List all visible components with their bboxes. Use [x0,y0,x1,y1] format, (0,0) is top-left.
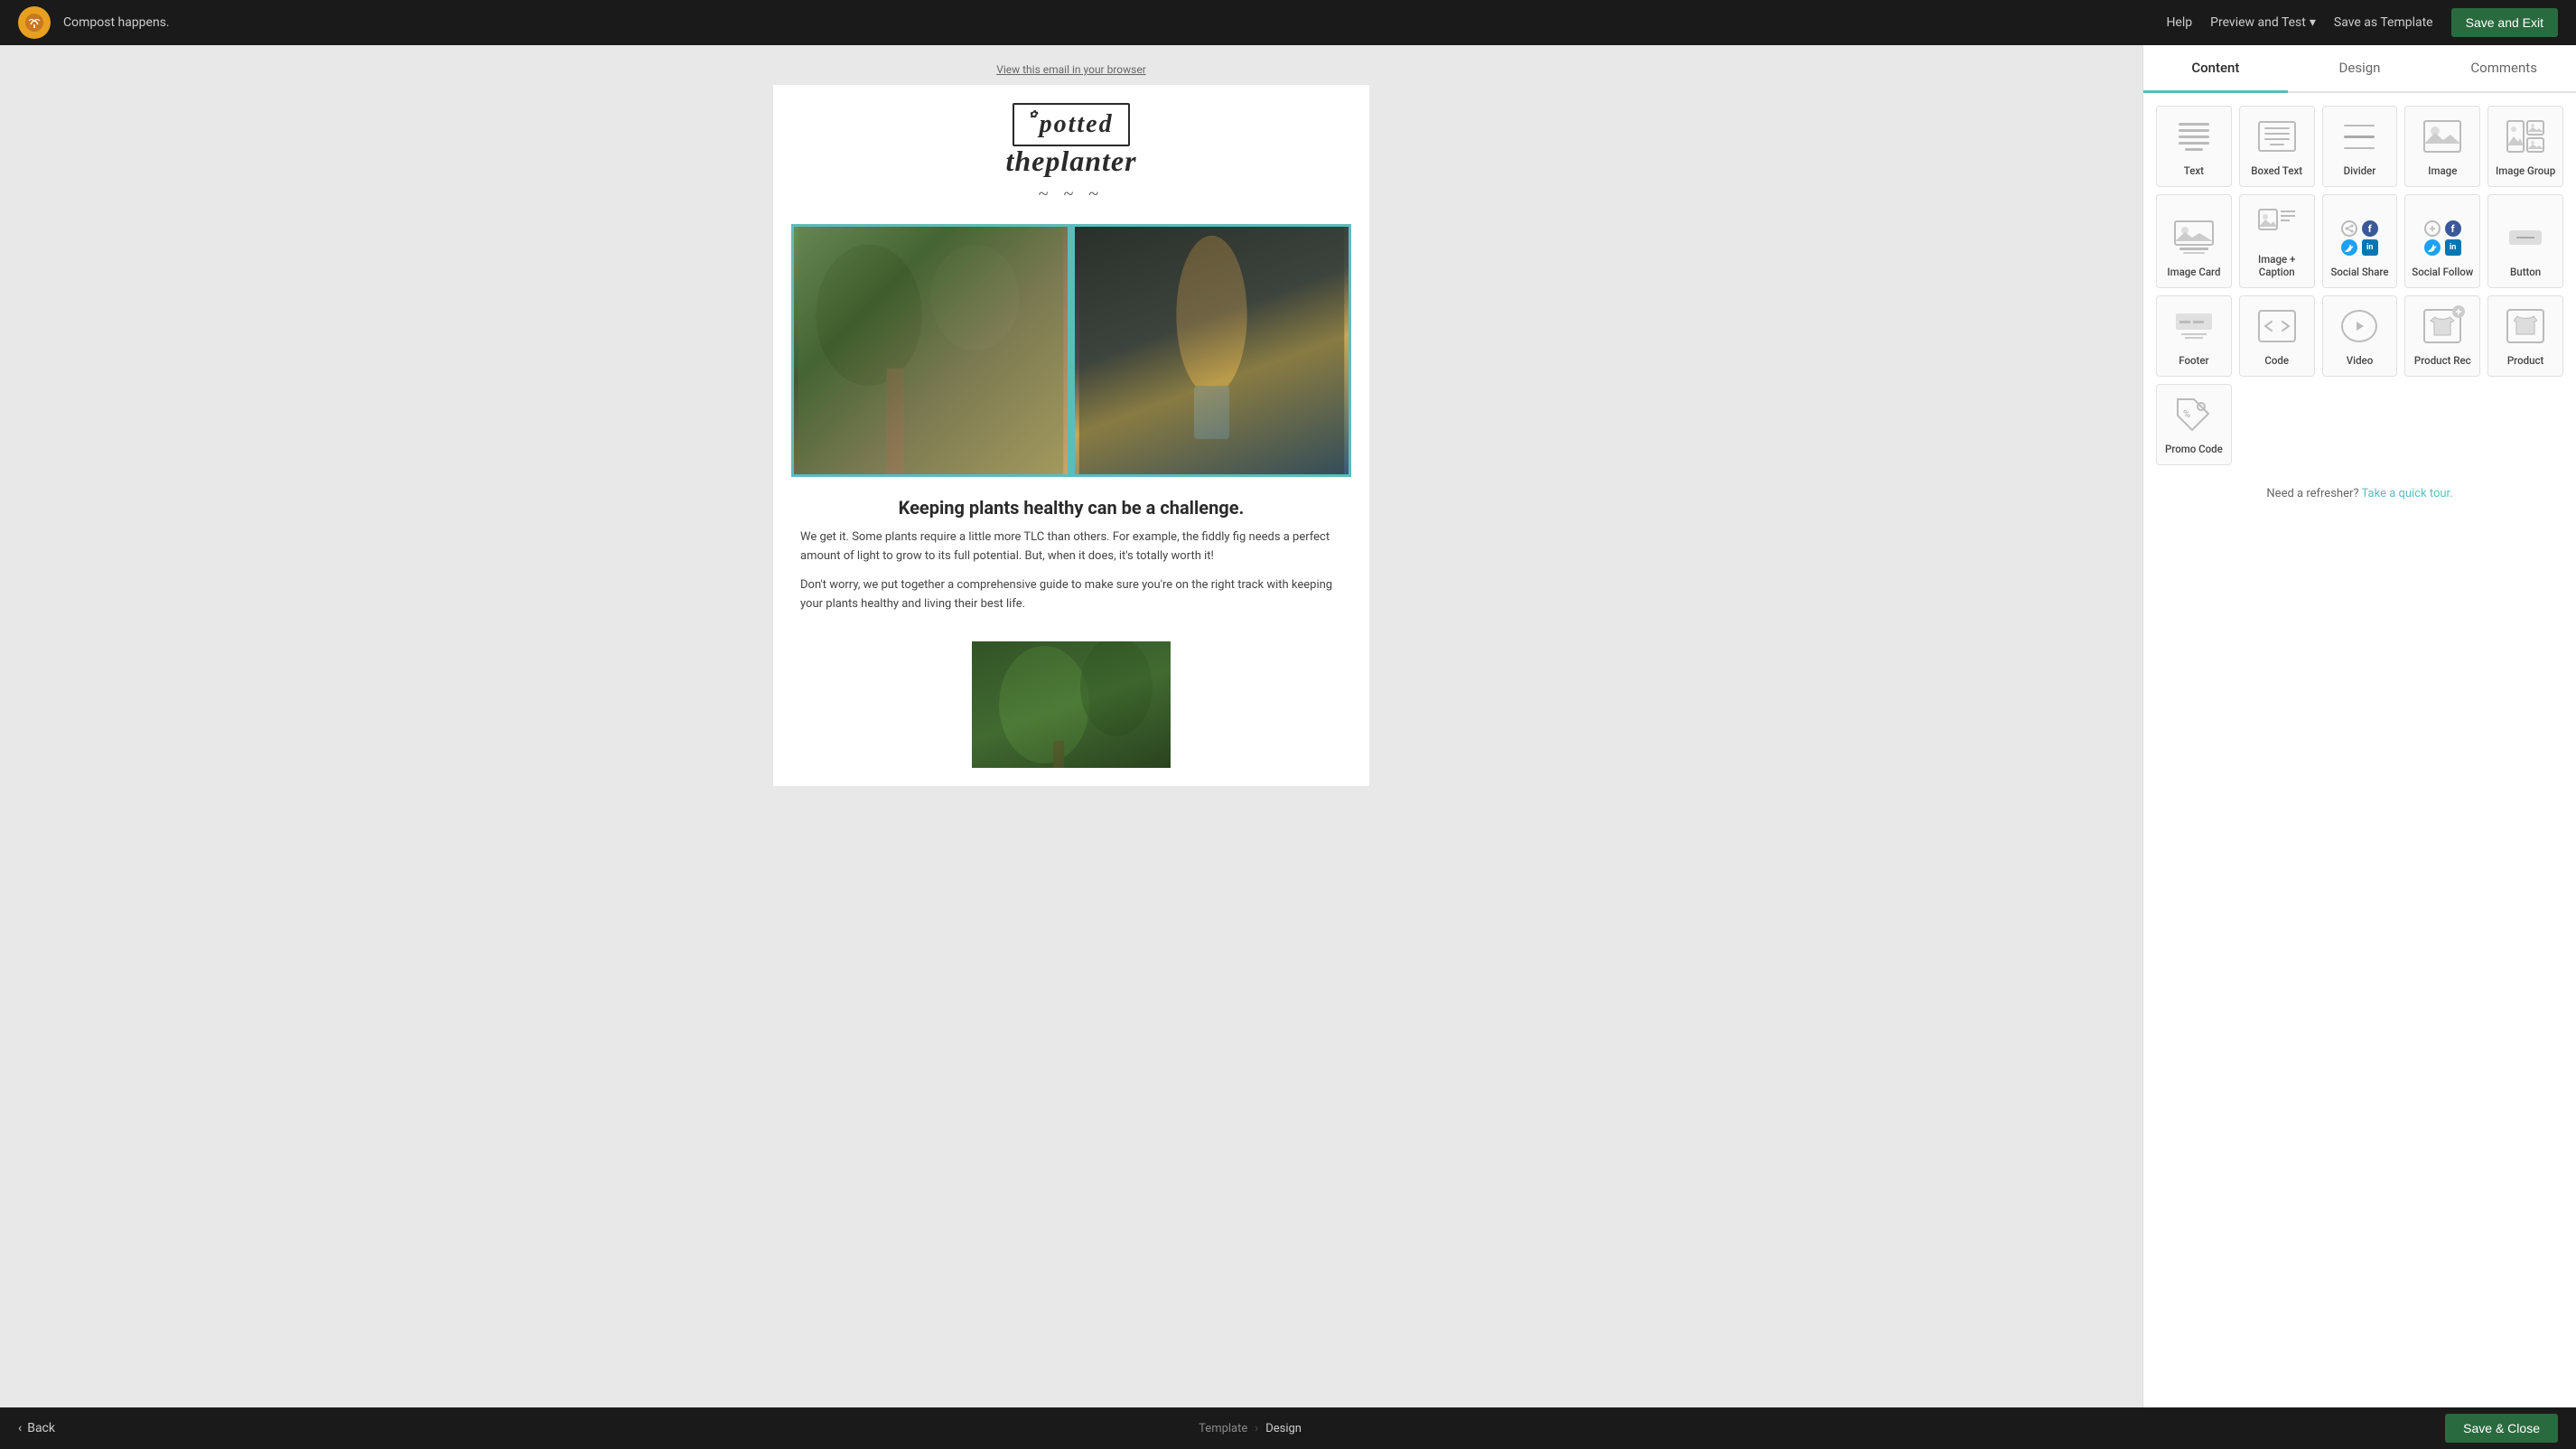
email-body-p1: We get it. Some plants require a little … [800,528,1342,566]
svg-text:%: % [2183,408,2190,420]
block-code[interactable]: Code [2239,295,2315,377]
boxed-text-icon [2254,116,2301,157]
email-image-bottom [972,641,1171,768]
email-image-left [791,224,1070,477]
image-group-icon [2502,116,2549,157]
email-preview-area: View this email in your browser ✿potted … [0,45,2142,1407]
block-image-caption-label: Image + Caption [2245,253,2309,278]
block-social-follow-label: Social Follow [2412,266,2473,278]
tab-design[interactable]: Design [2288,45,2432,93]
product-icon [2502,305,2549,347]
image-icon [2419,116,2466,157]
blocks-grid: Text Boxed Text [2143,93,2576,478]
block-product-rec[interactable]: Product Rec [2404,295,2480,377]
save-close-button[interactable]: Save & Close [2445,1414,2558,1443]
block-image-group-label: Image Group [2496,164,2555,177]
block-image-card-label: Image Card [2167,266,2220,278]
block-footer-label: Footer [2179,354,2208,367]
tab-content[interactable]: Content [2143,45,2288,93]
block-product[interactable]: Product [2487,295,2563,377]
block-text[interactable]: Text [2156,106,2232,187]
text-icon [2170,116,2217,157]
block-image[interactable]: Image [2404,106,2480,187]
block-text-label: Text [2184,164,2204,177]
block-social-follow[interactable]: f in Social Follow [2404,194,2480,288]
email-header: ✿potted theplanter ~ ~ ~ [773,85,1369,224]
divider-icon [2336,116,2383,157]
button-icon [2502,217,2549,258]
product-rec-icon [2419,305,2466,347]
block-video[interactable]: Video [2322,295,2398,377]
block-image-label: Image [2428,164,2457,177]
block-divider-label: Divider [2344,164,2376,177]
email-image-right [1072,224,1351,477]
email-container: ✿potted theplanter ~ ~ ~ [773,85,1369,786]
save-template-button[interactable]: Save as Template [2334,15,2433,30]
footer-icon [2170,305,2217,347]
block-button[interactable]: Button [2487,194,2563,288]
block-product-label: Product [2507,354,2544,367]
block-product-rec-label: Product Rec [2414,354,2471,367]
refresher-text: Need a refresher? Take a quick tour. [2143,478,2576,519]
help-link[interactable]: Help [2166,15,2192,30]
block-image-caption[interactable]: Image + Caption [2239,194,2315,288]
block-social-share[interactable]: f in Social Share [2322,194,2398,288]
preview-test-button[interactable]: Preview and Test ▾ [2210,15,2316,30]
image-caption-icon [2254,204,2301,246]
main-area: View this email in your browser ✿potted … [0,45,2576,1407]
right-panel: Content Design Comments Text [2142,45,2576,1407]
code-icon [2254,305,2301,347]
email-images-row [773,224,1369,477]
block-promo-code[interactable]: % Promo Code [2156,384,2232,465]
block-button-label: Button [2510,266,2541,278]
social-share-icon: f in [2336,217,2383,258]
panel-tabs: Content Design Comments [2143,45,2576,93]
video-icon [2336,305,2383,347]
block-image-group[interactable]: Image Group [2487,106,2563,187]
tab-comments[interactable]: Comments [2431,45,2576,93]
block-social-share-label: Social Share [2330,266,2388,278]
view-in-browser-link[interactable]: View this email in your browser [996,63,1146,76]
brand-logo [18,6,51,39]
top-navigation: Compost happens. Help Preview and Test ▾… [0,0,2576,45]
back-button[interactable]: ‹ Back [18,1421,55,1435]
brand-name: Compost happens. [63,15,170,30]
promo-code-icon: % [2170,394,2217,435]
block-boxed-text[interactable]: Boxed Text [2239,106,2315,187]
image-card-icon [2170,217,2217,258]
social-follow-icon: f in [2419,217,2466,258]
save-exit-button[interactable]: Save and Exit [2451,8,2558,37]
block-image-card[interactable]: Image Card [2156,194,2232,288]
block-footer[interactable]: Footer [2156,295,2232,377]
email-body-p2: Don't worry, we put together a comprehen… [800,575,1342,614]
quick-tour-link[interactable]: Take a quick tour. [2362,487,2453,500]
breadcrumb: Template › Design [1199,1422,1302,1435]
block-promo-code-label: Promo Code [2165,443,2223,455]
block-video-label: Video [2347,354,2374,367]
block-code-label: Code [2264,354,2289,367]
block-divider[interactable]: Divider [2322,106,2398,187]
block-boxed-text-label: Boxed Text [2251,164,2302,177]
bottom-bar: ‹ Back Template › Design Save & Close [0,1407,2576,1449]
email-heading: Keeping plants healthy can be a challeng… [800,495,1342,520]
